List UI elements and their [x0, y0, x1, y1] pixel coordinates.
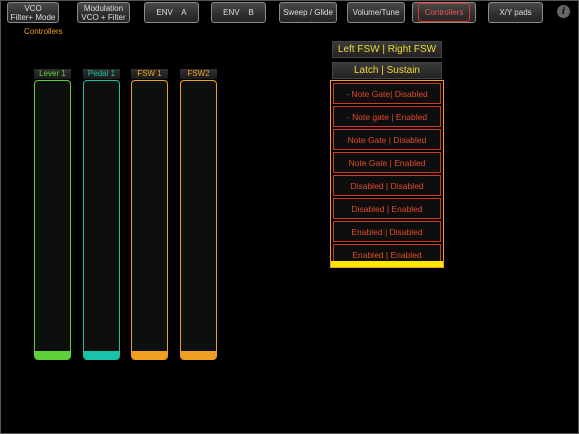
tab-env-b[interactable]: ENV B	[211, 2, 266, 23]
tab-label-line2: Filter+ Mode	[10, 12, 56, 22]
scroll-indicator[interactable]	[331, 261, 443, 267]
tab-label: ENV B	[223, 8, 254, 17]
mode-option[interactable]: - Note gate | Enabled	[333, 106, 441, 127]
slider-label-lever-1: Lever 1	[34, 69, 71, 79]
slider-fill	[181, 350, 216, 359]
tab-modulation[interactable]: Modulation VCO + Filter	[77, 2, 130, 23]
mode-option[interactable]: Disabled | Enabled	[333, 198, 441, 219]
tab-label: Sweep / Glide	[283, 8, 333, 17]
footswitch-mode-list[interactable]: - Note Gate| Disabled - Note gate | Enab…	[330, 80, 444, 268]
tab-label-line2: VCO + Filter	[81, 12, 126, 22]
tab-label: ENV A	[156, 8, 187, 17]
slider-fill	[35, 350, 70, 359]
mode-option[interactable]: Enabled | Disabled	[333, 221, 441, 242]
slider-label-pedal-1: Pedal 1	[83, 69, 120, 79]
slider-fill	[84, 350, 119, 359]
slider-label-fsw-1: FSW 1	[131, 69, 168, 79]
tab-label: Volume/Tune	[352, 8, 400, 17]
fsw2-slider[interactable]	[180, 80, 217, 360]
tab-xy-pads[interactable]: X/Y pads	[488, 2, 543, 23]
mode-header: Latch | Sustain	[332, 62, 442, 79]
info-icon[interactable]: i	[557, 5, 570, 18]
fsw-header: Left FSW | Right FSW	[332, 41, 442, 58]
tab-vco-filter-mode[interactable]: VCO Filter+ Mode	[7, 2, 59, 23]
slider-fill	[132, 350, 167, 359]
tab-sweep-glide[interactable]: Sweep / Glide	[279, 2, 337, 23]
mode-option[interactable]: Note Gate | Disabled	[333, 129, 441, 150]
lever-1-slider[interactable]	[34, 80, 71, 360]
fsw-1-slider[interactable]	[131, 80, 168, 360]
mode-option[interactable]: Note Gate | Enabled	[333, 152, 441, 173]
mode-option[interactable]: Disabled | Disabled	[333, 175, 441, 196]
section-label: Controllers	[24, 27, 63, 36]
tab-label-line1: Modulation	[83, 3, 124, 13]
tab-label: Controllers	[417, 3, 471, 22]
slider-label-fsw2: FSW2	[180, 69, 217, 79]
tab-volume-tune[interactable]: Volume/Tune	[347, 2, 405, 23]
tab-label: X/Y pads	[499, 8, 532, 17]
tab-label-line1: VCO	[24, 3, 42, 13]
mode-option[interactable]: - Note Gate| Disabled	[333, 83, 441, 104]
pedal-1-slider[interactable]	[83, 80, 120, 360]
tab-controllers[interactable]: Controllers	[412, 2, 476, 23]
tab-env-a[interactable]: ENV A	[144, 2, 199, 23]
